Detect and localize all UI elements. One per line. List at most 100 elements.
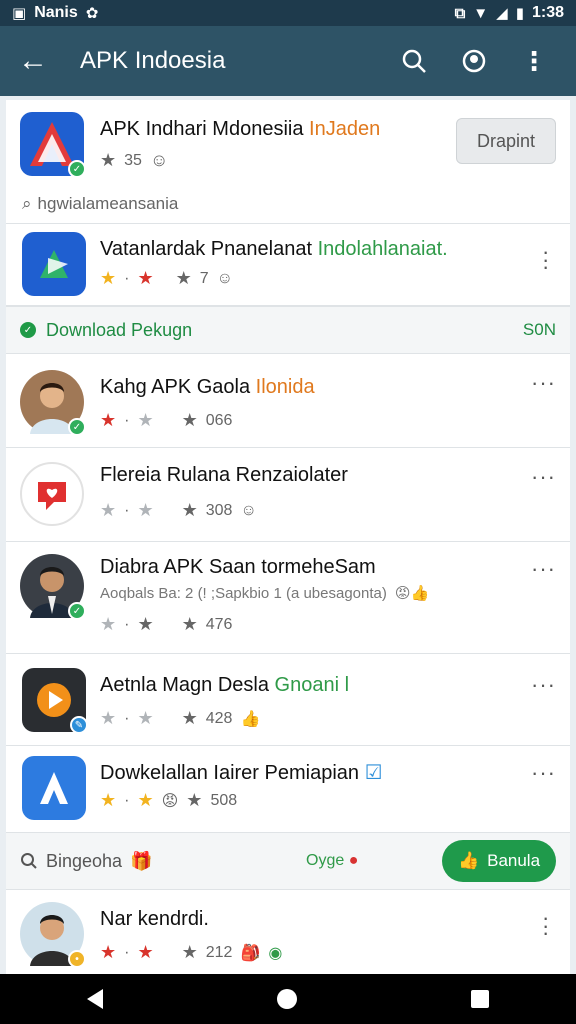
- nav-back-icon[interactable]: [87, 989, 103, 1009]
- nav-recents-icon[interactable]: [471, 990, 489, 1008]
- more-options-icon[interactable]: ⋮: [510, 37, 558, 85]
- smiley-icon: ☺: [216, 269, 233, 287]
- app-icon: [22, 232, 86, 296]
- list-item[interactable]: ✓ Diabra APK Saan tormeheSam Aoqbals Ba:…: [6, 542, 570, 654]
- star-icon: ★: [100, 268, 117, 288]
- list-item[interactable]: • Nar kendrdi. ★ · ★ ★ 212 🎒 ◉ · · ·: [6, 890, 570, 974]
- account-icon[interactable]: [450, 37, 498, 85]
- emoji-icon: 😡: [161, 792, 179, 810]
- primary-action-button[interactable]: 👍 Banula: [442, 840, 556, 882]
- avatar: •: [20, 902, 86, 968]
- settings-icon: ✿: [85, 4, 99, 22]
- app-subtitle: Aoqbals Ba: 2 (! ;Sapkbio 1 (a ubesagont…: [100, 584, 430, 603]
- verified-badge-icon: ✓: [68, 160, 86, 178]
- thumbs-up-icon: 👍: [457, 851, 480, 870]
- app-list: ✓ APK Indhari Mdonesiia InJaden ★ 35 ☺ D…: [6, 100, 570, 974]
- more-options-icon[interactable]: ···: [531, 464, 556, 490]
- star-icon: ★: [137, 614, 154, 634]
- download-count: S0N: [522, 320, 556, 339]
- app-meta: ★ · ★ ★ 212 🎒 ◉: [100, 942, 283, 962]
- search-icon: [21, 853, 37, 869]
- app-icon: [22, 756, 86, 820]
- signal-icon: ◢: [496, 4, 508, 22]
- download-label: Download Pekugn: [46, 319, 193, 340]
- more-options-icon[interactable]: ···: [531, 370, 556, 396]
- list-item[interactable]: ✓ Kahg APK Gaola Ilonida ★ · ★ ★ 066 ···: [6, 354, 570, 448]
- thumbs-up-icon: 👍: [240, 710, 261, 728]
- star-icon: ★: [137, 708, 154, 728]
- star-icon: ★: [100, 708, 117, 728]
- cast-icon: ⧉: [454, 4, 466, 22]
- app-meta: ★ · ★ ★ 7 ☺: [100, 268, 233, 288]
- star-icon: ★: [100, 942, 117, 962]
- star-icon: ★: [137, 410, 154, 430]
- image-icon: ▣: [12, 4, 27, 22]
- more-options-icon[interactable]: ···: [542, 240, 549, 277]
- star-icon: ★: [100, 150, 117, 170]
- star-icon: ★: [181, 614, 198, 634]
- app-name: Diabra APK Saan tormeheSam: [100, 556, 376, 578]
- page-title: APK Indoesia: [80, 47, 226, 74]
- app-name: Dowkelallan Iairer Pemiapian ☑: [100, 762, 383, 784]
- gift-icon: 🎁: [130, 850, 153, 871]
- app-meta: ★ · ★ ★ 476: [100, 614, 233, 634]
- app-meta: ★ · ★ ★ 428 👍: [100, 708, 261, 728]
- featured-app-card[interactable]: ✓ APK Indhari Mdonesiia InJaden ★ 35 ☺ D…: [6, 100, 570, 224]
- badge-icon: •: [68, 950, 86, 968]
- search-icon: ⌕: [22, 194, 32, 213]
- system-nav-bar: [0, 974, 576, 1024]
- list-item[interactable]: Dowkelallan Iairer Pemiapian ☑ ★ · ★ 😡 ★ …: [6, 746, 570, 832]
- verified-badge-icon: ✓: [68, 602, 86, 620]
- more-options-icon[interactable]: ···: [531, 760, 556, 786]
- app-meta: ★ · ★ ★ 066: [100, 410, 233, 430]
- more-options-icon[interactable]: ···: [531, 556, 556, 582]
- list-item[interactable]: ✎ Aetnla Magn Desla Gnoani l ★ · ★ ★ 428 …: [6, 654, 570, 746]
- avatar: ✓: [20, 554, 86, 620]
- star-icon: ★: [100, 614, 117, 634]
- search-icon[interactable]: [390, 37, 438, 85]
- app-meta: ★ 35 ☺: [100, 150, 169, 170]
- featured-action-button[interactable]: Drapint: [456, 118, 556, 164]
- star-icon: ★: [175, 268, 192, 288]
- check-icon: ✓: [20, 322, 36, 338]
- star-icon: ★: [100, 410, 117, 430]
- refresh-icon: ◉: [268, 944, 283, 962]
- search-query[interactable]: Bingeoha 🎁: [20, 851, 153, 872]
- verified-badge-icon: ✓: [68, 418, 86, 436]
- star-icon: ★: [186, 790, 203, 810]
- app-name: Nar kendrdi.: [100, 908, 209, 930]
- list-item[interactable]: Vatanlardak Pnanelanat Indolahlanaiat. ★…: [6, 224, 570, 306]
- emoji-icon: 🎒: [240, 944, 261, 962]
- app-name: APK Indhari Mdonesiia InJaden: [100, 118, 381, 140]
- status-time: 1:38: [531, 4, 564, 21]
- search-action-bar: Bingeoha 🎁 Oyge ● 👍 Banula: [6, 832, 570, 890]
- more-options-icon[interactable]: ···: [542, 906, 549, 943]
- app-name: Kahg APK Gaola Ilonida: [100, 376, 315, 398]
- star-icon: ★: [100, 500, 117, 520]
- app-icon: ✓: [20, 112, 86, 178]
- list-item[interactable]: Flereia Rulana Renzaiolater ★ · ★ ★ 308 ☺…: [6, 448, 570, 542]
- star-icon: ★: [137, 268, 154, 288]
- status-carrier: Nanis: [34, 4, 78, 21]
- download-bar[interactable]: ✓ Download Pekugn S0N: [6, 306, 570, 354]
- badge-icon: ✎: [70, 716, 88, 734]
- back-arrow-icon[interactable]: ←: [18, 46, 58, 76]
- star-icon: ★: [137, 790, 154, 810]
- status-bar: ▣ Nanis ✿ ⧉ ▼ ◢ ▮ 1:38: [0, 0, 576, 26]
- app-meta: ★ · ★ ★ 308 ☺: [100, 500, 257, 520]
- battery-icon: ▮: [515, 4, 524, 22]
- star-icon: ★: [100, 790, 117, 810]
- app-icon: ✎: [22, 668, 88, 734]
- star-icon: ★: [181, 942, 198, 962]
- nav-home-icon[interactable]: [277, 989, 297, 1009]
- emoji-icon: ☺: [240, 501, 257, 519]
- avatar: ✓: [20, 370, 86, 436]
- star-icon: ★: [137, 500, 154, 520]
- more-options-icon[interactable]: ···: [531, 672, 556, 698]
- star-icon: ★: [137, 942, 154, 962]
- app-bar: ← APK Indoesia ⋮: [0, 26, 576, 96]
- smiley-icon: ☺: [149, 150, 169, 170]
- middle-label: Oyge ●: [306, 852, 359, 869]
- star-icon: ★: [181, 410, 198, 430]
- app-meta: ★ · ★ 😡 ★ 508: [100, 790, 238, 810]
